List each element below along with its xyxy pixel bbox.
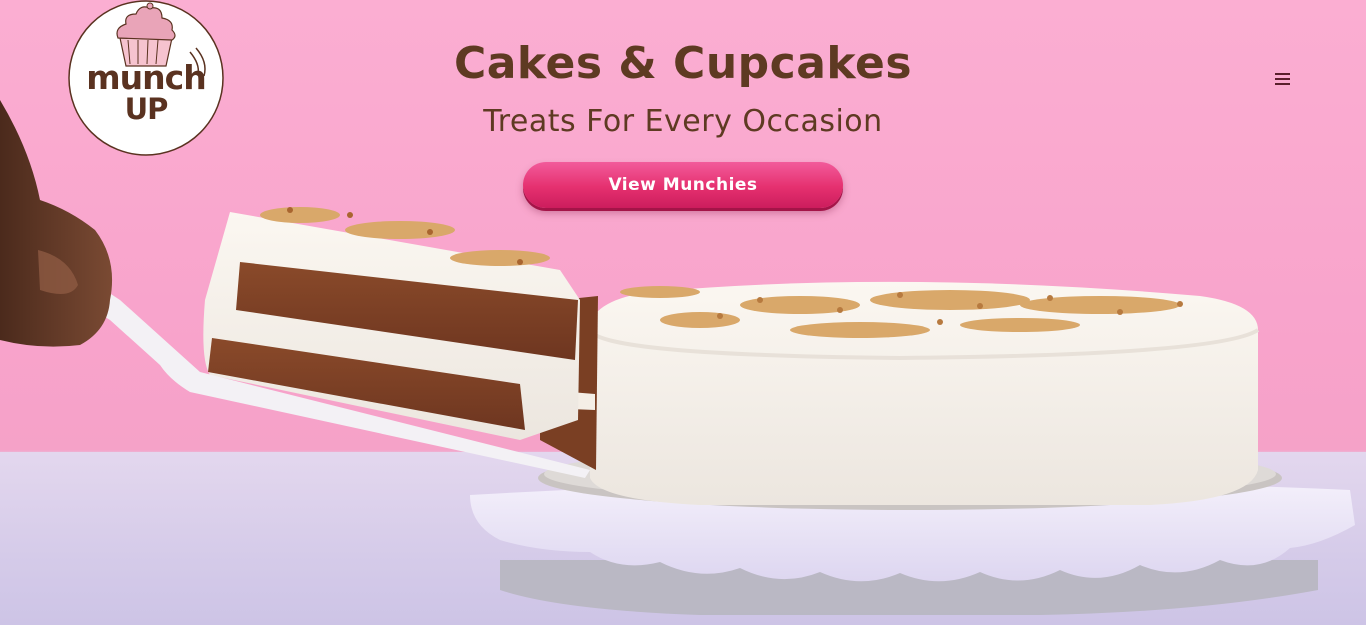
hero-subheadline: Treats For Every Occasion	[483, 104, 883, 139]
menu-bar-1	[1274, 73, 1290, 75]
logo-text-up: UP	[124, 92, 169, 126]
menu-bar-2	[1274, 78, 1290, 80]
logo-wordmark: munch UP	[68, 58, 224, 126]
view-munchies-button[interactable]: View Munchies	[523, 162, 843, 208]
menu-bar-3	[1274, 83, 1290, 85]
hero-section: munch UP Cakes & Cupcakes Treats For Eve…	[0, 0, 1366, 625]
logo-text-munch: munch	[86, 58, 206, 97]
hero-headline: Cakes & Cupcakes	[453, 38, 913, 89]
hamburger-menu-icon[interactable]	[1268, 66, 1296, 92]
